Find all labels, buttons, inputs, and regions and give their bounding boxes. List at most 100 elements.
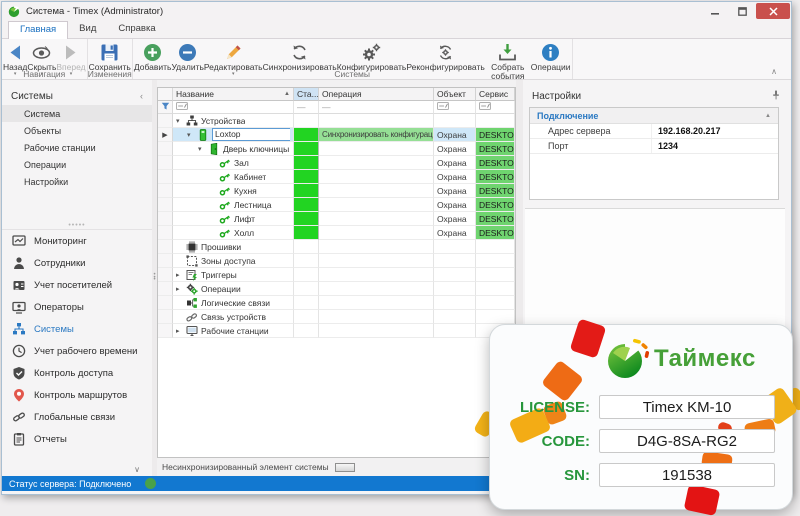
filter-cell[interactable] — [173, 101, 294, 114]
column-header[interactable]: Операция — [319, 88, 434, 101]
filter-cell[interactable] — [434, 101, 476, 114]
cell-operation — [319, 114, 434, 128]
cell-operation — [319, 198, 434, 212]
tab-Справка[interactable]: Справка — [107, 21, 166, 39]
filter-cell[interactable]: — — [319, 101, 434, 114]
column-header[interactable]: Сервис — [476, 88, 515, 101]
nav-item[interactable]: Учет посетителей — [2, 274, 152, 296]
cell-name[interactable]: ▸Операции — [173, 282, 294, 296]
cell-name[interactable]: Связь устройств — [173, 310, 294, 324]
column-header[interactable]: Ста... — [294, 88, 319, 101]
tree-node: Зал — [176, 157, 249, 169]
license-field-value: Timex KM-10 — [599, 395, 775, 419]
nav-item[interactable]: Отчеты — [2, 428, 152, 450]
table-row[interactable]: ▸Операции — [158, 282, 515, 296]
table-row[interactable]: Логические связи — [158, 296, 515, 310]
cell-name[interactable]: ▾Дверь ключницы — [173, 142, 294, 156]
nav-item-label: Мониторинг — [34, 236, 87, 247]
expander-expanded-icon[interactable]: ▾ — [198, 145, 205, 153]
ribbon-collapse-icon[interactable]: ∧ — [771, 67, 777, 76]
sidebar-item[interactable]: Система — [2, 105, 152, 122]
cell-name[interactable]: Лестница — [173, 198, 294, 212]
nav-item[interactable]: Системы — [2, 318, 152, 340]
Добавить-button[interactable]: Добавить — [134, 40, 172, 72]
cell-name[interactable]: Холл — [173, 226, 294, 240]
property-row[interactable]: Порт1234 — [530, 139, 778, 154]
cell-name[interactable]: Зоны доступа — [173, 254, 294, 268]
pin-icon[interactable] — [772, 90, 780, 103]
property-value[interactable]: 1234 — [652, 139, 778, 153]
column-header[interactable]: Название▲ — [173, 88, 294, 101]
titlebar[interactable]: Система - Timex (Administrator) — [2, 2, 791, 21]
cell-operation — [319, 212, 434, 226]
collapse-left-icon[interactable]: ‹ — [140, 91, 143, 101]
expander-collapsed-icon[interactable]: ▸ — [176, 285, 183, 293]
category-collapse-icon[interactable]: ▲ — [765, 113, 771, 119]
filter-cell[interactable] — [476, 101, 515, 114]
table-row[interactable]: Прошивки — [158, 240, 515, 254]
nav-item[interactable]: Учет рабочего времени — [2, 340, 152, 362]
sidebar-item[interactable]: Операции — [2, 156, 152, 173]
table-row[interactable]: ▾Дверь ключницыОхранаDESKTOP-... — [158, 142, 515, 156]
table-row[interactable]: Зоны доступа — [158, 254, 515, 268]
property-category[interactable]: Подключение ▲ — [530, 108, 778, 124]
table-row[interactable]: ▸Рабочие станции — [158, 324, 515, 338]
Операции-button[interactable]: Операции — [531, 40, 571, 72]
Удалить-button[interactable]: Удалить — [171, 40, 203, 72]
nav-item[interactable]: Контроль доступа — [2, 362, 152, 384]
sidebar-splitter[interactable]: ••••• — [2, 222, 152, 230]
tab-Главная[interactable]: Главная — [8, 21, 68, 39]
maximize-button[interactable] — [729, 3, 755, 19]
column-header[interactable]: Объект — [434, 88, 476, 101]
property-value[interactable]: 192.168.20.217 — [652, 124, 778, 138]
table-row[interactable]: ЛифтОхранаDESKTOP-... — [158, 212, 515, 226]
table-row[interactable]: ▸Триггеры — [158, 268, 515, 282]
cell-name[interactable]: ▸Триггеры — [173, 268, 294, 282]
expander-collapsed-icon[interactable]: ▸ — [176, 327, 183, 335]
sidebar-item[interactable]: Настройки — [2, 173, 152, 190]
Конфигурировать-button[interactable]: Конфигурировать — [337, 40, 407, 72]
table-row[interactable]: Связь устройств — [158, 310, 515, 324]
row-indicator-cell — [158, 296, 173, 310]
nav-item[interactable]: Мониторинг — [2, 230, 152, 252]
Сохранить-button[interactable]: Сохранить — [89, 40, 131, 72]
Синхронизировать-button[interactable]: Синхронизировать — [263, 40, 337, 72]
sidebar-item[interactable]: Рабочие станции — [2, 139, 152, 156]
nav-item[interactable]: Операторы — [2, 296, 152, 318]
table-row[interactable]: КабинетОхранаDESKTOP-... — [158, 170, 515, 184]
key-icon — [219, 227, 231, 239]
nav-item[interactable]: Контроль маршрутов — [2, 384, 152, 406]
cell-name[interactable]: ▾Loxtop — [173, 128, 294, 142]
close-button[interactable] — [756, 3, 790, 19]
nav-item[interactable]: Глобальные связи — [2, 406, 152, 428]
property-row[interactable]: Адрес сервера192.168.20.217 — [530, 124, 778, 139]
table-row[interactable]: ЗалОхранаDESKTOP-... — [158, 156, 515, 170]
nav-item[interactable]: Сотрудники — [2, 252, 152, 274]
table-row[interactable]: ЛестницаОхранаDESKTOP-... — [158, 198, 515, 212]
table-row[interactable]: ▾Устройства — [158, 114, 515, 128]
expander-expanded-icon[interactable]: ▾ — [176, 117, 183, 125]
cell-name[interactable]: Кухня — [173, 184, 294, 198]
nav-overflow-chevron-icon[interactable]: ∨ — [134, 465, 140, 474]
cell-name[interactable]: Логические связи — [173, 296, 294, 310]
Реконфигурировать-button[interactable]: Реконфигурировать — [406, 40, 484, 72]
table-row[interactable]: КухняОхранаDESKTOP-... — [158, 184, 515, 198]
cell-name[interactable]: ▸Рабочие станции — [173, 324, 294, 338]
tab-Вид[interactable]: Вид — [68, 21, 107, 39]
filter-cell[interactable]: — — [294, 101, 319, 114]
row-indicator-cell — [158, 240, 173, 254]
row-indicator-cell — [158, 254, 173, 268]
cell-name[interactable]: Кабинет — [173, 170, 294, 184]
cell-name[interactable]: Лифт — [173, 212, 294, 226]
table-row[interactable]: ХоллОхранаDESKTOP-... — [158, 226, 515, 240]
minimize-button[interactable] — [702, 3, 728, 19]
operators-icon — [12, 300, 26, 314]
table-row[interactable]: ▶▾LoxtopСинхронизировать конфигурациюОхр… — [158, 128, 515, 142]
expander-collapsed-icon[interactable]: ▸ — [176, 271, 183, 279]
cell-name[interactable]: ▾Устройства — [173, 114, 294, 128]
tree-node-label: Кухня — [234, 186, 257, 196]
sidebar-item[interactable]: Объекты — [2, 122, 152, 139]
cell-name[interactable]: Зал — [173, 156, 294, 170]
cell-name[interactable]: Прошивки — [173, 240, 294, 254]
expander-expanded-icon[interactable]: ▾ — [187, 131, 194, 139]
